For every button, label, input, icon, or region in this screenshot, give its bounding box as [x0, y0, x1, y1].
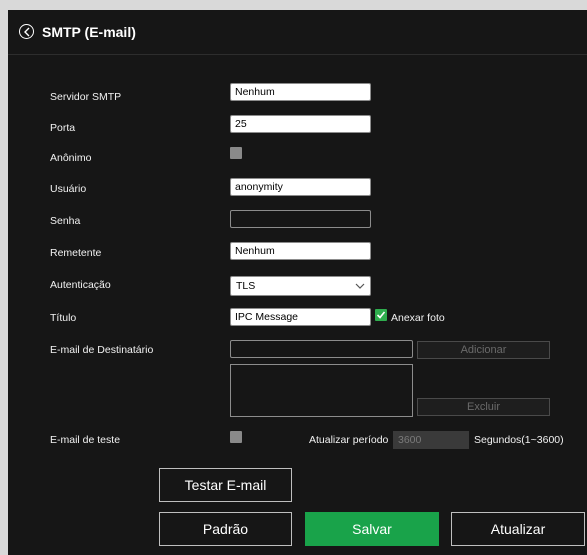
delete-recipient-button[interactable]: Excluir [417, 398, 550, 416]
user-label: Usuário [50, 183, 87, 195]
refresh-button[interactable]: Atualizar [451, 512, 585, 546]
recipient-label: E-mail de Destinatário [50, 344, 154, 356]
default-button[interactable]: Padrão [159, 512, 292, 546]
save-button[interactable]: Salvar [305, 512, 439, 546]
recipient-list[interactable] [230, 364, 413, 417]
auth-select[interactable]: TLS [230, 276, 371, 296]
subject-label: Título [50, 312, 77, 324]
user-input[interactable] [230, 178, 371, 196]
check-icon [376, 311, 386, 319]
update-period-input[interactable]: 3600 [393, 431, 469, 449]
anonymous-checkbox[interactable] [230, 147, 242, 159]
subject-input[interactable] [230, 308, 371, 326]
auth-select-value: TLS [236, 280, 256, 292]
page-header: SMTP (E-mail) [8, 10, 587, 55]
password-input[interactable] [230, 210, 371, 228]
attach-photo-label: Anexar foto [391, 312, 445, 324]
port-label: Porta [50, 122, 76, 134]
smtp-server-label: Servidor SMTP [50, 91, 122, 103]
test-email-button[interactable]: Testar E-mail [159, 468, 292, 502]
test-email-label: E-mail de teste [50, 434, 121, 446]
chevron-down-icon [355, 283, 365, 289]
smtp-settings-panel: SMTP (E-mail) Servidor SMTP Porta Anônim… [8, 10, 587, 555]
sender-input[interactable] [230, 242, 371, 260]
smtp-server-input[interactable] [230, 83, 371, 101]
back-icon[interactable] [19, 24, 34, 39]
anonymous-label: Anônimo [50, 152, 92, 164]
port-input[interactable] [230, 115, 371, 133]
attach-photo-checkbox[interactable] [375, 309, 387, 321]
seconds-label: Segundos(1~3600) [474, 434, 564, 446]
recipient-input[interactable] [230, 340, 413, 358]
page-title: SMTP (E-mail) [42, 24, 136, 40]
auth-label: Autenticação [50, 279, 111, 291]
test-email-checkbox[interactable] [230, 431, 242, 443]
sender-label: Remetente [50, 247, 102, 259]
add-recipient-button[interactable]: Adicionar [417, 341, 550, 359]
password-label: Senha [50, 215, 81, 227]
update-period-label: Atualizar período [309, 434, 389, 446]
